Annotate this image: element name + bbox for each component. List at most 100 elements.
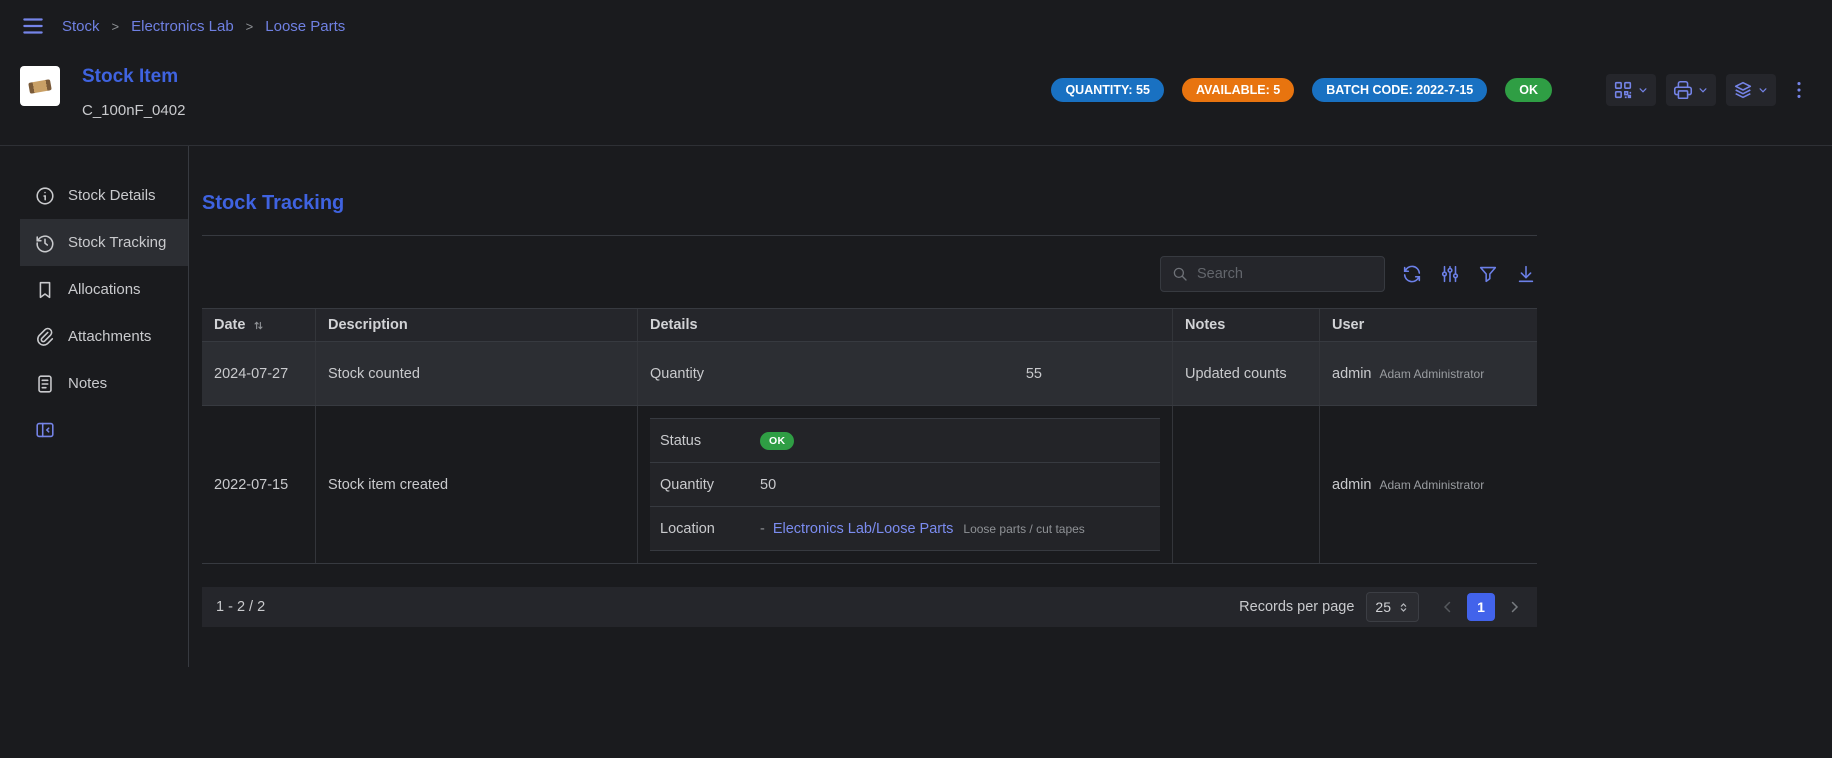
hamburger-menu-icon[interactable]	[20, 13, 46, 39]
chevron-right-icon	[1505, 598, 1523, 616]
sidebar-collapse-button[interactable]	[20, 419, 188, 441]
sidebar: Stock Details Stock Tracking Allocations…	[20, 146, 189, 667]
chevron-down-icon	[1756, 83, 1770, 97]
detail-label: Quantity	[650, 366, 750, 382]
panel-title: Stock Tracking	[202, 192, 1537, 215]
barcode-actions-button[interactable]	[1606, 74, 1656, 106]
detail-nested-table: Status OK Quantity 50 Location - Electro…	[650, 418, 1160, 551]
search-input[interactable]	[1197, 266, 1374, 282]
breadcrumb-separator: >	[246, 19, 254, 34]
notes-icon	[34, 373, 56, 395]
cell-notes: Updated counts	[1172, 342, 1319, 405]
location-link[interactable]: Electronics Lab/Loose Parts	[773, 521, 954, 537]
table-row[interactable]: 2024-07-27 Stock counted Quantity 55 Upd…	[202, 342, 1537, 406]
page-header: Stock Item C_100nF_0402 QUANTITY: 55 AVA…	[0, 52, 1832, 146]
title-block: Stock Item C_100nF_0402	[82, 66, 185, 119]
records-per-page-label: Records per page	[1239, 599, 1354, 615]
page-1-button[interactable]: 1	[1467, 593, 1495, 621]
cell-user: admin Adam Administrator	[1319, 406, 1537, 563]
pagination-controls: Records per page 25 1	[1239, 592, 1523, 622]
batch-code-badge: BATCH CODE: 2022-7-15	[1312, 78, 1487, 102]
breadcrumb-electronics-lab[interactable]: Electronics Lab	[131, 18, 234, 35]
column-header-user: User	[1319, 309, 1537, 341]
detail-value: 55	[750, 366, 1160, 382]
location-dash: -	[760, 521, 765, 537]
cell-notes	[1172, 406, 1319, 563]
divider	[202, 235, 1537, 236]
download-icon[interactable]	[1515, 263, 1537, 285]
column-header-description: Description	[315, 309, 637, 341]
detail-status-row: Status OK	[650, 419, 1160, 463]
sidebar-item-attachments[interactable]: Attachments	[20, 313, 188, 360]
topbar: Stock > Electronics Lab > Loose Parts	[0, 0, 1832, 52]
records-per-page-select[interactable]: 25	[1366, 592, 1419, 622]
column-header-date[interactable]: Date	[202, 309, 315, 341]
column-header-notes: Notes	[1172, 309, 1319, 341]
stock-actions-button[interactable]	[1726, 74, 1776, 106]
next-page-button[interactable]	[1505, 598, 1523, 616]
detail-location-row: Location - Electronics Lab/Loose Parts L…	[650, 507, 1160, 551]
refresh-icon[interactable]	[1401, 263, 1423, 285]
sidebar-item-label: Stock Details	[68, 187, 156, 204]
user-fullname: Adam Administrator	[1380, 367, 1485, 381]
page-title: Stock Item	[82, 66, 185, 88]
sidebar-item-notes[interactable]: Notes	[20, 360, 188, 407]
sidebar-item-allocations[interactable]: Allocations	[20, 266, 188, 313]
sidebar-item-stock-tracking[interactable]: Stock Tracking	[20, 219, 188, 266]
detail-label: Location	[660, 521, 760, 537]
page-buttons: 1	[1439, 593, 1523, 621]
sidebar-collapse-icon	[34, 419, 56, 441]
adjustments-icon[interactable]	[1439, 263, 1461, 285]
breadcrumb-loose-parts[interactable]: Loose Parts	[265, 18, 345, 35]
cell-details: Quantity 55	[637, 342, 1172, 405]
dots-vertical-icon	[1788, 79, 1810, 101]
table-footer: 1 - 2 / 2 Records per page 25 1	[202, 587, 1537, 627]
breadcrumb: Stock > Electronics Lab > Loose Parts	[62, 18, 345, 35]
part-name: C_100nF_0402	[82, 102, 185, 119]
part-thumbnail[interactable]	[20, 66, 60, 106]
info-circle-icon	[34, 185, 56, 207]
header-actions	[1606, 74, 1812, 106]
sort-icon	[251, 318, 266, 333]
cell-user: admin Adam Administrator	[1319, 342, 1537, 405]
detail-label: Quantity	[660, 477, 760, 493]
detail-quantity-row: Quantity 50	[650, 463, 1160, 507]
cell-details: Status OK Quantity 50 Location - Electro…	[637, 406, 1172, 563]
records-count: 1 - 2 / 2	[216, 599, 265, 615]
sidebar-item-label: Attachments	[68, 328, 151, 345]
capacitor-image	[28, 79, 52, 94]
printer-icon	[1672, 79, 1694, 101]
per-page-value: 25	[1375, 599, 1391, 615]
stock-tracking-table: Date Description Details Notes User 2024…	[202, 308, 1537, 564]
sidebar-item-label: Notes	[68, 375, 107, 392]
chevron-left-icon	[1439, 598, 1457, 616]
location-description: Loose parts / cut tapes	[963, 522, 1084, 536]
table-header-row: Date Description Details Notes User	[202, 308, 1537, 342]
history-icon	[34, 232, 56, 254]
cell-date: 2022-07-15	[202, 406, 315, 563]
print-actions-button[interactable]	[1666, 74, 1716, 106]
paperclip-icon	[34, 326, 56, 348]
breadcrumb-stock[interactable]: Stock	[62, 18, 100, 35]
quantity-badge: QUANTITY: 55	[1051, 78, 1164, 102]
cell-description: Stock counted	[315, 342, 637, 405]
body: Stock Details Stock Tracking Allocations…	[0, 146, 1832, 667]
table-row[interactable]: 2022-07-15 Stock item created Status OK …	[202, 406, 1537, 564]
previous-page-button[interactable]	[1439, 598, 1457, 616]
username: admin	[1332, 366, 1372, 382]
chevron-down-icon	[1696, 83, 1710, 97]
detail-quantity-row: Quantity 55	[650, 366, 1160, 382]
sidebar-item-stock-details[interactable]: Stock Details	[20, 172, 188, 219]
search-icon	[1171, 265, 1189, 283]
available-badge: AVAILABLE: 5	[1182, 78, 1294, 102]
filter-icon[interactable]	[1477, 263, 1499, 285]
sidebar-item-label: Allocations	[68, 281, 141, 298]
column-header-details: Details	[637, 309, 1172, 341]
detail-value: 50	[760, 477, 776, 493]
qrcode-icon	[1612, 79, 1634, 101]
status-ok-badge: OK	[1505, 78, 1552, 102]
sidebar-item-label: Stock Tracking	[68, 234, 166, 251]
more-options-button[interactable]	[1786, 75, 1812, 105]
cell-date: 2024-07-27	[202, 342, 315, 405]
user-fullname: Adam Administrator	[1380, 478, 1485, 492]
